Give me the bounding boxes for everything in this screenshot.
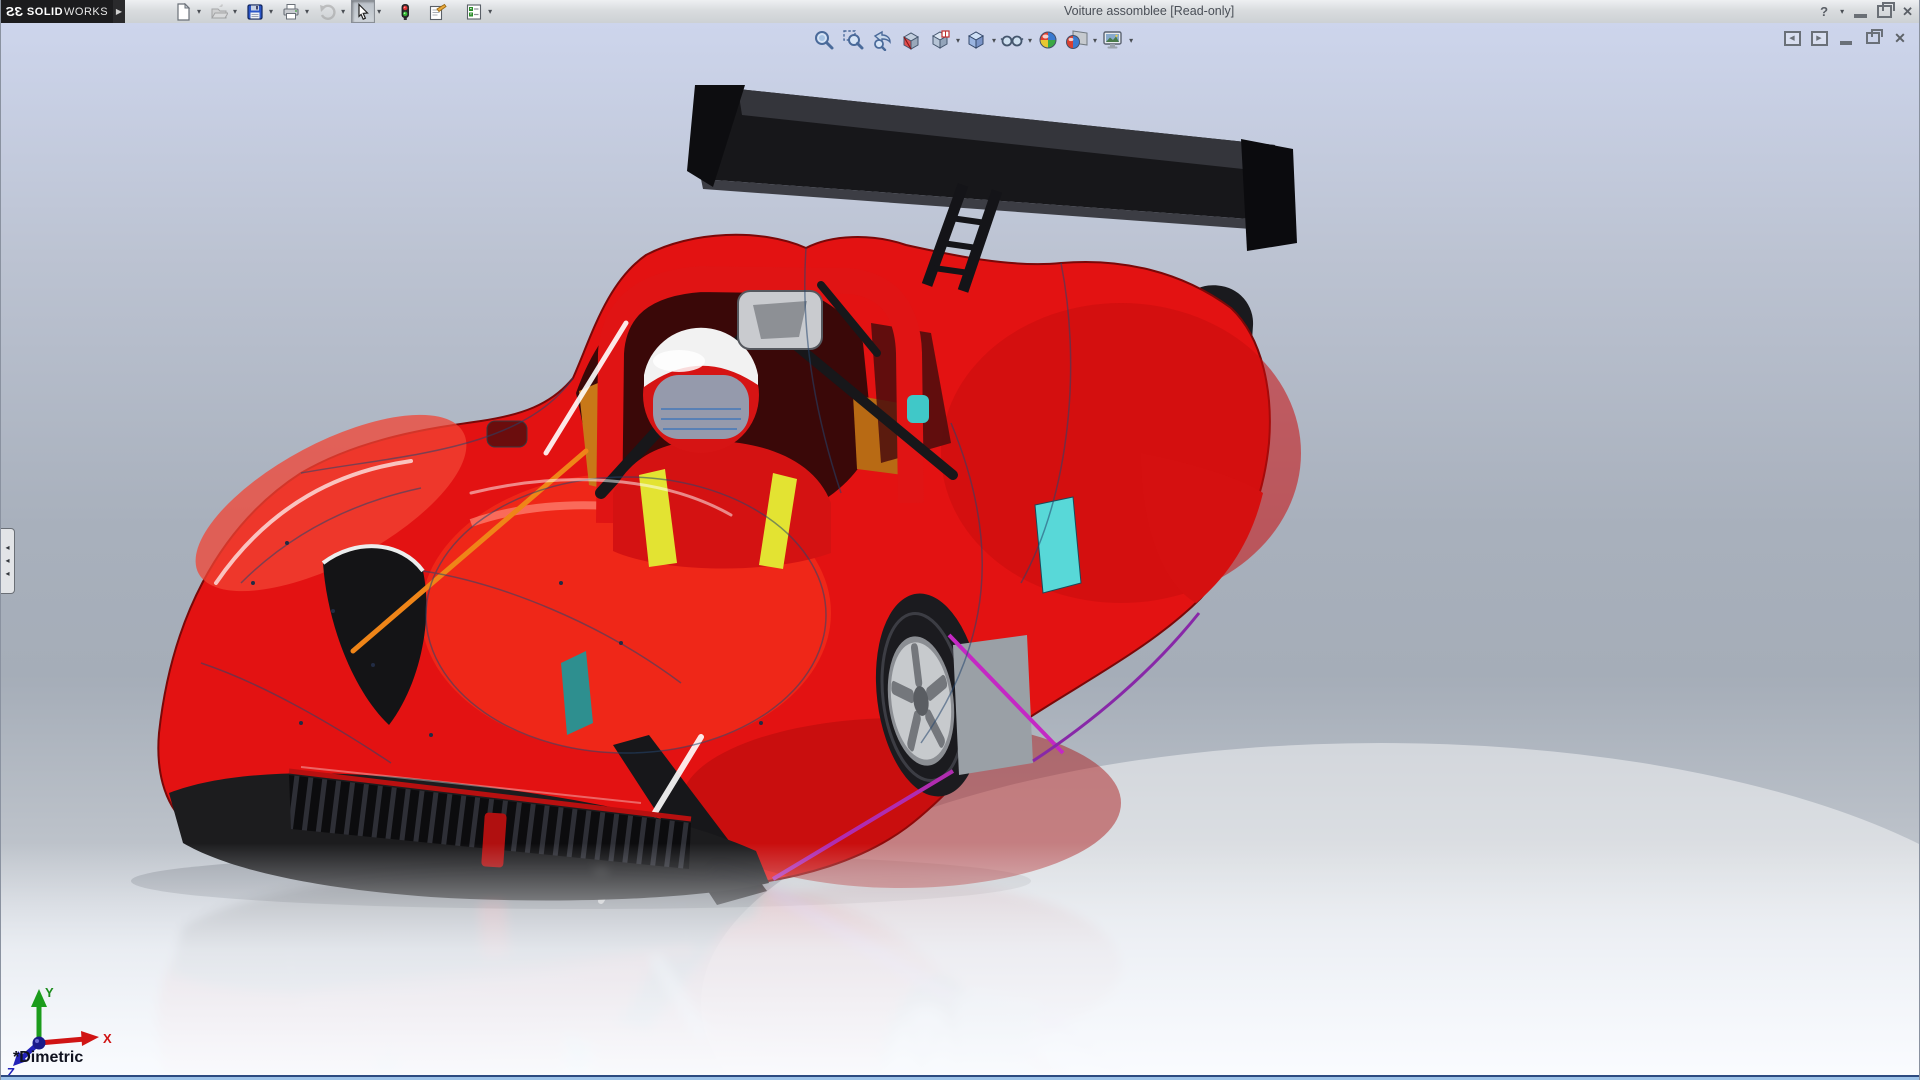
display-style-icon[interactable] bbox=[963, 27, 989, 53]
view-orientation-label: *Dimetric bbox=[13, 1049, 83, 1067]
minimize-button[interactable] bbox=[1854, 14, 1867, 18]
feature-manager-collapsed-tab[interactable]: ◂ ◂ ◂ bbox=[1, 528, 15, 594]
document-window-controls: ◀ ▶ ✕ bbox=[1783, 30, 1909, 46]
new-document-button[interactable]: ▾ bbox=[165, 0, 201, 23]
apply-scene-caret[interactable]: ▾ bbox=[1093, 36, 1097, 45]
options-checklist-icon[interactable] bbox=[462, 0, 486, 23]
floor-fog bbox=[1, 843, 1919, 1075]
select-cursor-icon[interactable] bbox=[351, 0, 375, 23]
split-pane-left-icon[interactable]: ◀ bbox=[1783, 30, 1801, 46]
logo-brand-light: WORKS bbox=[64, 6, 108, 18]
traffic-light-icon[interactable] bbox=[393, 0, 417, 23]
print-button[interactable]: ▾ bbox=[273, 0, 309, 23]
graphics-area[interactable]: ▾ ▾ ▾ bbox=[1, 23, 1919, 1075]
close-doc-icon[interactable]: ✕ bbox=[1891, 30, 1909, 46]
rocker-panel-gray bbox=[953, 635, 1033, 775]
minimize-doc-icon[interactable] bbox=[1837, 30, 1855, 46]
view-orientation-caret[interactable]: ▾ bbox=[956, 36, 960, 45]
section-view-icon[interactable] bbox=[898, 27, 924, 53]
undo-icon[interactable] bbox=[315, 0, 339, 23]
options-dropdown-caret[interactable]: ▾ bbox=[488, 7, 492, 16]
open-icon[interactable] bbox=[207, 0, 231, 23]
window-title: Voiture assomblee [Read-only] bbox=[1064, 0, 1234, 23]
options-button[interactable]: ▾ bbox=[456, 0, 492, 23]
titlebar: ЗS SOLID WORKS ▶ ▾ ▾ bbox=[1, 0, 1919, 25]
model-scene[interactable] bbox=[1, 23, 1919, 1075]
save-icon[interactable] bbox=[243, 0, 267, 23]
view-orientation-icon[interactable] bbox=[927, 27, 953, 53]
tab-arrow-icon: ◂ bbox=[5, 544, 9, 552]
new-document-icon[interactable] bbox=[171, 0, 195, 23]
window-bottom-frame bbox=[1, 1075, 1919, 1080]
view-settings-caret[interactable]: ▾ bbox=[1129, 36, 1133, 45]
rear-wing[interactable] bbox=[687, 85, 1297, 251]
previous-view-icon[interactable] bbox=[869, 27, 895, 53]
menu-flyout-arrow[interactable]: ▶ bbox=[113, 0, 125, 23]
tab-arrow-icon: ◂ bbox=[5, 570, 9, 578]
help-button[interactable]: ? bbox=[1820, 0, 1828, 23]
print-icon[interactable] bbox=[279, 0, 303, 23]
select-dropdown-caret[interactable]: ▾ bbox=[377, 7, 381, 16]
restore-doc-icon[interactable] bbox=[1864, 30, 1882, 46]
select-tool-button[interactable]: ▾ bbox=[345, 0, 381, 23]
solidworks-window: ЗS SOLID WORKS ▶ ▾ ▾ bbox=[0, 0, 1920, 1080]
hide-show-items-icon[interactable] bbox=[999, 27, 1025, 53]
edit-appearance-icon[interactable] bbox=[1035, 27, 1061, 53]
rearview-mirror[interactable] bbox=[738, 291, 822, 349]
zoom-to-area-icon[interactable] bbox=[840, 27, 866, 53]
axis-x-label: X bbox=[103, 1031, 112, 1046]
close-button[interactable]: ✕ bbox=[1902, 0, 1913, 23]
headsup-view-toolbar: ▾ ▾ ▾ bbox=[811, 27, 1133, 53]
tab-arrow-icon: ◂ bbox=[5, 557, 9, 565]
hide-show-caret[interactable]: ▾ bbox=[1028, 36, 1032, 45]
zoom-to-fit-icon[interactable] bbox=[811, 27, 837, 53]
apply-scene-icon[interactable] bbox=[1064, 27, 1090, 53]
edit-note-icon[interactable] bbox=[425, 0, 450, 23]
help-dropdown-caret[interactable]: ▾ bbox=[1840, 7, 1844, 16]
logo-brand-bold: SOLID bbox=[27, 6, 63, 18]
axis-y-label: Y bbox=[45, 985, 54, 1000]
cockpit-teal-detail bbox=[907, 395, 929, 423]
undo-button[interactable]: ▾ bbox=[309, 0, 345, 23]
save-button[interactable]: ▾ bbox=[237, 0, 273, 23]
side-window-teal bbox=[1035, 497, 1081, 593]
open-button[interactable]: ▾ bbox=[201, 0, 237, 23]
titlebar-controls: ? ▾ ✕ bbox=[1820, 0, 1913, 23]
restore-button[interactable] bbox=[1877, 5, 1892, 18]
solidworks-logo: ЗS SOLID WORKS bbox=[1, 0, 113, 23]
display-style-caret[interactable]: ▾ bbox=[992, 36, 996, 45]
split-pane-right-icon[interactable]: ▶ bbox=[1810, 30, 1828, 46]
logo-glyph: ЗS bbox=[6, 4, 23, 19]
view-settings-icon[interactable] bbox=[1100, 27, 1126, 53]
